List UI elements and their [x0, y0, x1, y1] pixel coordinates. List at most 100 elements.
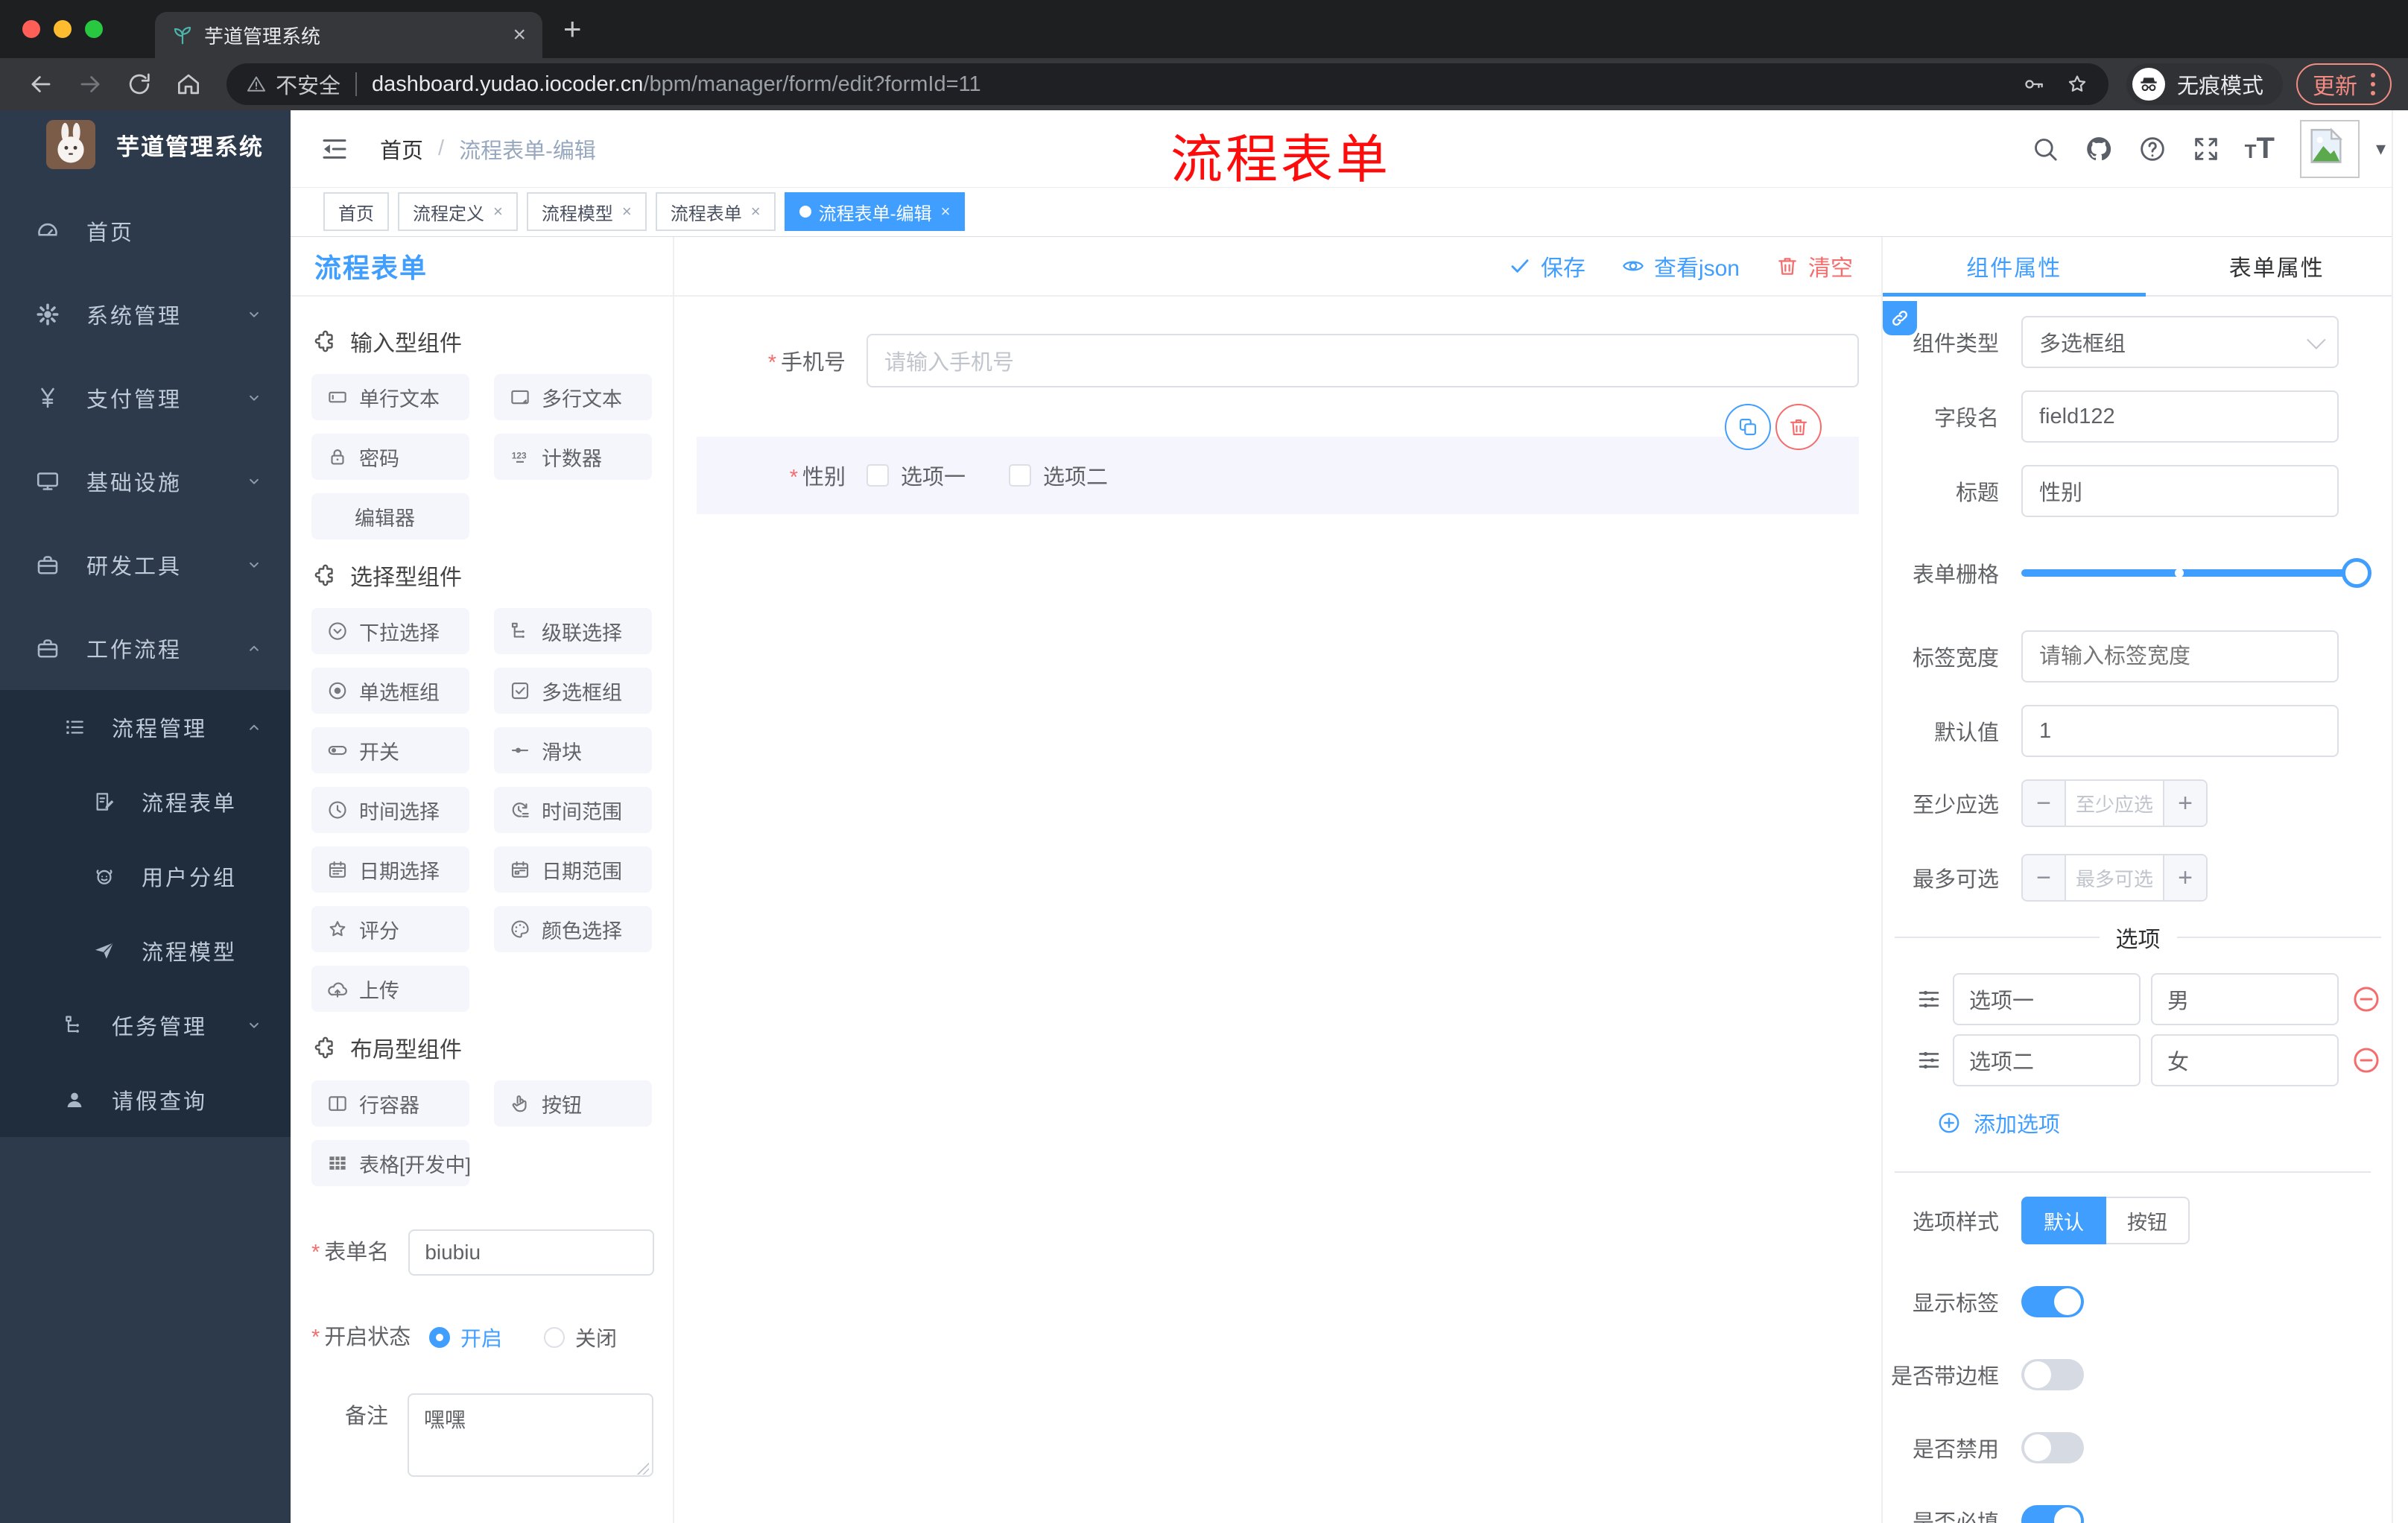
toggle-显示标签[interactable] [2021, 1286, 2084, 1317]
palette-item-多选框组[interactable]: 多选框组 [494, 668, 652, 714]
tag-close-icon[interactable]: × [493, 202, 503, 221]
remove-option-button[interactable] [2351, 984, 2382, 1015]
sidebar-item-5[interactable]: 工作流程 [0, 607, 291, 690]
sidebar-item-11[interactable]: 请假查询 [0, 1063, 291, 1137]
tag-view-1[interactable]: 流程定义 × [398, 192, 518, 231]
user-avatar[interactable] [2299, 119, 2360, 178]
avatar-caret-icon[interactable]: ▾ [2376, 137, 2386, 160]
toggle-是否带边框[interactable] [2021, 1359, 2084, 1390]
palette-item-计数器[interactable]: 123 计数器 [494, 434, 652, 480]
back-button[interactable] [27, 70, 55, 98]
gender-option-选项一[interactable]: 选项一 [866, 460, 966, 491]
option-label-input[interactable]: 选项一 [1953, 973, 2141, 1025]
copy-component-button[interactable] [1725, 404, 1771, 450]
search-icon[interactable] [2030, 134, 2060, 164]
checkbox-icon[interactable] [866, 464, 889, 487]
palette-item-密码[interactable]: 密码 [311, 434, 469, 480]
bookmark-star-icon[interactable] [2065, 72, 2089, 96]
palette-item-日期范围[interactable]: 日期范围 [494, 846, 652, 893]
chrome-update-button[interactable]: 更新 [2296, 63, 2392, 105]
palette-item-多行文本[interactable]: 多行文本 [494, 374, 652, 420]
min-select-placeholder[interactable]: 至少应选 [2066, 781, 2163, 826]
phone-input[interactable]: 请输入手机号 [866, 334, 1859, 387]
tag-close-icon[interactable]: × [751, 202, 761, 221]
forward-button[interactable] [76, 70, 104, 98]
palette-item-单行文本[interactable]: 单行文本 [311, 374, 469, 420]
new-tab-button[interactable]: + [563, 13, 582, 45]
canvas-tool-保存[interactable]: 保存 [1508, 250, 1585, 282]
style-default-button[interactable]: 默认 [2021, 1197, 2106, 1244]
min-decrease-button[interactable]: − [2023, 781, 2066, 826]
breadcrumb-home[interactable]: 首页 [380, 133, 423, 165]
page-scrollbar[interactable] [2392, 110, 2408, 1523]
tag-view-4[interactable]: 流程表单-编辑 × [784, 192, 966, 231]
title-input[interactable] [2039, 478, 2321, 504]
sidebar-item-4[interactable]: 研发工具 [0, 523, 291, 607]
close-window-button[interactable] [22, 20, 40, 38]
status-radio-关闭[interactable]: 关闭 [544, 1323, 617, 1352]
tab-form-props[interactable]: 表单属性 [2146, 237, 2408, 295]
delete-component-button[interactable] [1775, 404, 1822, 450]
field-name-input[interactable] [2039, 404, 2321, 429]
palette-item-按钮[interactable]: 按钮 [494, 1080, 652, 1127]
sidebar-item-6[interactable]: 流程管理 [0, 690, 291, 764]
font-size-icon[interactable]: TT [2245, 132, 2275, 165]
sidebar-item-2[interactable]: 支付管理 [0, 356, 291, 440]
tag-view-3[interactable]: 流程表单 × [655, 192, 776, 231]
max-increase-button[interactable]: + [2163, 855, 2206, 900]
sidebar-fold-icon[interactable] [319, 133, 350, 165]
browser-menu-icon[interactable] [2371, 73, 2375, 95]
canvas-field-gender-selected[interactable]: * 性别 选项一 选项二 [697, 404, 1859, 514]
palette-item-编辑器[interactable]: 编辑器 [311, 493, 469, 539]
palette-item-级联选择[interactable]: 级联选择 [494, 608, 652, 654]
max-select-placeholder[interactable]: 最多可选 [2066, 855, 2163, 900]
palette-item-行容器[interactable]: 行容器 [311, 1080, 469, 1127]
component-type-select[interactable]: 多选框组 [2021, 316, 2339, 368]
sidebar-item-7[interactable]: 流程表单 [0, 764, 291, 839]
palette-item-表格[开发中][interactable]: 表格[开发中] [311, 1140, 471, 1186]
style-button-button[interactable]: 按钮 [2106, 1197, 2190, 1244]
link-tag-button[interactable] [1883, 301, 1917, 335]
form-name-input[interactable] [408, 1229, 655, 1276]
palette-item-时间选择[interactable]: 时间选择 [311, 787, 469, 833]
fullscreen-icon[interactable] [2191, 134, 2221, 164]
palette-item-滑块[interactable]: 滑块 [494, 727, 652, 773]
tag-view-2[interactable]: 流程模型 × [526, 192, 647, 231]
gender-option-选项二[interactable]: 选项二 [1009, 460, 1108, 491]
tag-view-0[interactable]: 首页 [323, 192, 389, 231]
palette-item-下拉选择[interactable]: 下拉选择 [311, 608, 469, 654]
palette-item-颜色选择[interactable]: 颜色选择 [494, 906, 652, 952]
default-value-input[interactable] [2039, 718, 2321, 744]
form-grid-slider[interactable] [2021, 547, 2371, 599]
help-icon[interactable] [2138, 134, 2167, 164]
palette-item-评分[interactable]: 评分 [311, 906, 469, 952]
sidebar-item-9[interactable]: 流程模型 [0, 914, 291, 988]
browser-tab[interactable]: 芋道管理系统 × [155, 12, 542, 58]
password-key-icon[interactable] [2022, 72, 2046, 96]
address-bar[interactable]: 不安全 dashboard.yudao.iocoder.cn /bpm/mana… [226, 63, 2108, 105]
status-radio-开启[interactable]: 开启 [429, 1323, 502, 1352]
tag-close-icon[interactable]: × [941, 202, 951, 221]
form-remark-textarea[interactable]: 嘿嘿 [408, 1393, 653, 1477]
sidebar-item-8[interactable]: 用户分组 [0, 839, 291, 914]
zoom-window-button[interactable] [85, 20, 103, 38]
minimize-window-button[interactable] [54, 20, 72, 38]
sidebar-item-1[interactable]: 系统管理 [0, 273, 291, 356]
option-value-input[interactable]: 女 [2151, 1034, 2339, 1086]
add-option-button[interactable]: 添加选项 [1936, 1107, 2408, 1139]
label-width-input[interactable] [2039, 644, 2321, 669]
palette-item-日期选择[interactable]: 日期选择 [311, 846, 469, 893]
tab-component-props[interactable]: 组件属性 [1883, 237, 2146, 297]
sidebar-item-10[interactable]: 任务管理 [0, 988, 291, 1063]
option-value-input[interactable]: 男 [2151, 973, 2339, 1025]
drag-handle-icon[interactable] [1916, 986, 1942, 1013]
remove-option-button[interactable] [2351, 1045, 2382, 1076]
palette-item-时间范围[interactable]: 时间范围 [494, 787, 652, 833]
home-button[interactable] [174, 70, 203, 98]
canvas-tool-查看json[interactable]: 查看json [1621, 250, 1740, 282]
canvas-field-phone[interactable]: * 手机号 请输入手机号 [697, 334, 1859, 387]
slider-track[interactable] [2021, 558, 2371, 588]
tab-close-icon[interactable]: × [513, 22, 526, 48]
reload-button[interactable] [125, 70, 153, 98]
palette-item-上传[interactable]: 上传 [311, 966, 469, 1012]
